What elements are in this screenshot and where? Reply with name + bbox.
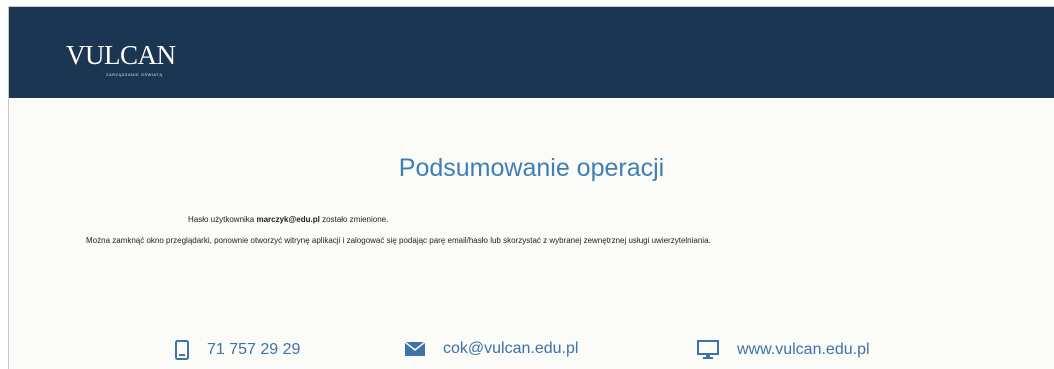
instructions-text: Można zamknąć okno przeglądarki, ponowni…	[86, 236, 711, 245]
phone-number: 71 757 29 29	[207, 341, 301, 358]
footer-website[interactable]: www.vulcan.edu.pl	[697, 340, 870, 359]
phone-icon	[175, 340, 189, 360]
footer-email[interactable]: cok@vulcan.edu.pl	[405, 340, 578, 358]
monitor-icon	[697, 340, 719, 359]
footer-phone: 71 757 29 29	[175, 340, 300, 360]
logo-text: VULCAN	[66, 40, 176, 70]
header-bar: VULCAN ZARZĄDZANIE OŚWIATĄ	[9, 7, 1054, 98]
password-changed-message: Hasło użytkownika marczyk@edu.pl zostało…	[188, 215, 388, 224]
message-suffix: zostało zmienione.	[319, 215, 389, 224]
website-link[interactable]: www.vulcan.edu.pl	[737, 341, 870, 359]
logo-tagline: ZARZĄDZANIE OŚWIATĄ	[106, 72, 163, 77]
mail-icon	[405, 342, 425, 356]
contact-footer: 71 757 29 29 cok@vulcan.edu.pl www.vulca…	[9, 340, 1054, 364]
page-frame: VULCAN ZARZĄDZANIE OŚWIATĄ Podsumowanie …	[8, 6, 1054, 369]
message-prefix: Hasło użytkownika	[188, 215, 257, 224]
vulcan-logo: VULCAN ZARZĄDZANIE OŚWIATĄ	[66, 40, 176, 78]
message-user: marczyk@edu.pl	[256, 215, 320, 224]
email-link[interactable]: cok@vulcan.edu.pl	[443, 340, 578, 358]
page-title: Podsumowanie operacji	[398, 154, 665, 182]
